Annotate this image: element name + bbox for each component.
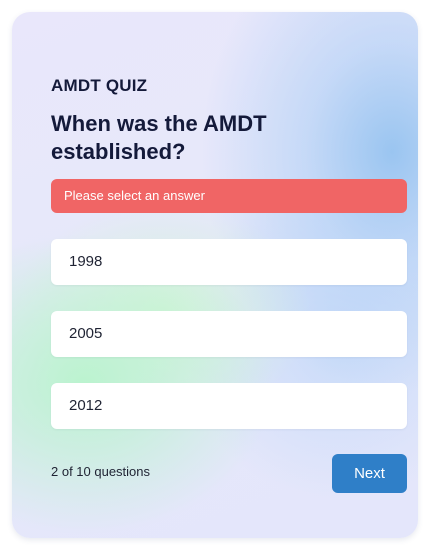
error-banner: Please select an answer	[51, 179, 407, 213]
quiz-card: AMDT QUIZ When was the AMDT established?…	[12, 12, 418, 538]
answer-option-2005[interactable]: 2005	[51, 311, 407, 357]
next-button[interactable]: Next	[332, 454, 407, 493]
quiz-title: AMDT QUIZ	[51, 76, 148, 95]
question-progress: 2 of 10 questions	[51, 464, 151, 479]
answer-option-2012[interactable]: 2012	[51, 383, 407, 429]
answer-option-1998[interactable]: 1998	[51, 239, 407, 285]
question-text: When was the AMDT established?	[51, 111, 267, 164]
